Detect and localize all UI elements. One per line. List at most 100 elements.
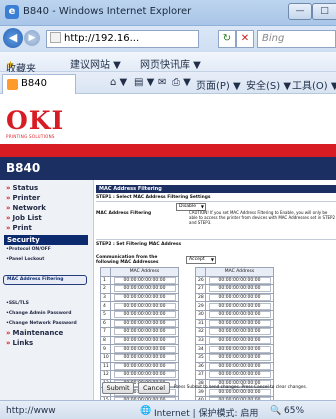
table-row: 35 00:00:00:00:00:00: [195, 352, 274, 363]
mac-address-input[interactable]: 00:00:00:00:00:00: [113, 319, 176, 327]
mac-address-input[interactable]: 00:00:00:00:00:00: [113, 354, 176, 362]
back-button[interactable]: ◀: [3, 28, 23, 48]
model-name: B840: [6, 161, 41, 175]
submit-button[interactable]: Submit: [102, 382, 134, 394]
nav-job-list[interactable]: » Job List: [6, 214, 42, 222]
row-number: 2: [100, 284, 111, 294]
page-menu[interactable]: 页面(P) ▼: [196, 77, 241, 92]
table-row: 4 00:00:00:00:00:00: [100, 301, 179, 311]
mac-address-input[interactable]: 00:00:00:00:00:00: [208, 294, 271, 302]
row-number: 33: [195, 335, 206, 346]
zoom-icon: 🔍: [270, 406, 282, 416]
status-bar: http://www 🌐 Internet | 保护模式: 启用 🔍 65%: [0, 400, 336, 419]
mac-address-input[interactable]: 00:00:00:00:00:00: [208, 311, 271, 319]
cancel-button[interactable]: Cancel: [138, 382, 170, 394]
window-title: B840 - Windows Internet Explorer: [23, 6, 192, 17]
row-number: 1: [100, 275, 111, 286]
mac-address-input[interactable]: 00:00:00:00:00:00: [208, 319, 271, 327]
row-number: 36: [195, 361, 206, 372]
mac-address-input[interactable]: 00:00:00:00:00:00: [113, 345, 176, 353]
home-icon[interactable]: ⌂ ▼: [110, 77, 127, 88]
mac-address-input[interactable]: 00:00:00:00:00:00: [113, 328, 176, 336]
table-row: 28 00:00:00:00:00:00: [195, 292, 274, 303]
nav-status[interactable]: » Status: [6, 184, 38, 192]
minimize-button[interactable]: —: [288, 3, 312, 20]
model-bar: B840: [0, 157, 336, 180]
mac-address-input[interactable]: 00:00:00:00:00:00: [208, 345, 271, 353]
step2-heading: STEP2 : Set Filtering MAC Address: [96, 242, 182, 247]
nav-security[interactable]: Security: [4, 235, 88, 245]
mail-icon[interactable]: ✉: [158, 77, 166, 88]
mac-address-input[interactable]: 00:00:00:00:00:00: [113, 276, 176, 284]
forward-button[interactable]: ▶: [24, 30, 40, 46]
mac-address-input[interactable]: 00:00:00:00:00:00: [208, 354, 271, 362]
print-icon[interactable]: ⎙ ▼: [172, 77, 191, 88]
row-number: 10: [100, 352, 111, 363]
nav-panel-lockout[interactable]: •Panel Lockout: [6, 257, 44, 262]
mac-address-input[interactable]: 00:00:00:00:00:00: [208, 285, 271, 293]
status-url: http://www: [6, 406, 56, 416]
row-number: 4: [100, 301, 111, 311]
table-row: 29 00:00:00:00:00:00: [195, 301, 274, 311]
suggested-sites-link[interactable]: 建议网站 ▼: [70, 56, 121, 71]
table-row: 31 00:00:00:00:00:00: [195, 318, 274, 329]
maximize-button[interactable]: □: [312, 3, 336, 20]
tools-menu[interactable]: 工具(O) ▼: [292, 77, 336, 92]
divider: [96, 239, 336, 240]
mac-address-input[interactable]: 00:00:00:00:00:00: [113, 337, 176, 345]
table-row: 26 00:00:00:00:00:00: [195, 275, 274, 286]
mac-address-input[interactable]: 00:00:00:00:00:00: [113, 302, 176, 310]
web-slice-gallery-link[interactable]: 网页快讯库 ▼: [140, 56, 201, 71]
column-header: MAC Address: [205, 267, 274, 277]
row-number: 28: [195, 292, 206, 303]
nav-links[interactable]: » Links: [6, 339, 33, 347]
stop-icon[interactable]: ✕: [236, 30, 254, 48]
table-row: 32 00:00:00:00:00:00: [195, 327, 274, 337]
mac-address-input[interactable]: 00:00:00:00:00:00: [113, 311, 176, 319]
table-row: 9 00:00:00:00:00:00: [100, 344, 179, 354]
table-row: 8 00:00:00:00:00:00: [100, 335, 179, 346]
refresh-icon[interactable]: ↻: [218, 30, 236, 48]
ie-icon: e: [5, 5, 19, 19]
nav-mac-address-filtering[interactable]: MAC Address Filtering: [3, 275, 87, 285]
row-number: 6: [100, 318, 111, 329]
feeds-icon[interactable]: ▤ ▼: [134, 77, 154, 88]
mac-address-input[interactable]: 00:00:00:00:00:00: [208, 302, 271, 310]
table-row: 1 00:00:00:00:00:00: [100, 275, 179, 286]
tab-b840[interactable]: B840: [2, 74, 76, 94]
mac-address-input[interactable]: 00:00:00:00:00:00: [113, 362, 176, 370]
mac-address-input[interactable]: 00:00:00:00:00:00: [113, 294, 176, 302]
row-number: 30: [195, 309, 206, 320]
browser-window: e B840 - Windows Internet Explorer — □ ◀…: [0, 0, 336, 419]
chevron-down-icon: ▼: [210, 257, 214, 262]
nav-print[interactable]: » Print: [6, 224, 32, 232]
nav-printer[interactable]: » Printer: [6, 194, 40, 202]
security-zone[interactable]: Internet | 保护模式: 启用: [154, 406, 258, 419]
favorites-bar: ★ 收藏夹 建议网站 ▼ 网页快讯库 ▼: [0, 52, 336, 75]
nav-maintenance[interactable]: » Maintenance: [6, 329, 63, 337]
nav-protocol-on-off[interactable]: •Protocol ON/OFF: [6, 247, 51, 252]
mac-address-input[interactable]: 00:00:00:00:00:00: [208, 328, 271, 336]
mac-address-input[interactable]: 00:00:00:00:00:00: [208, 337, 271, 345]
row-number: 7: [100, 327, 111, 337]
nav-ssl-tls[interactable]: •SSL/TLS: [6, 301, 29, 306]
tab-command-bar: B840 ⌂ ▼ ▤ ▼ ✉ ⎙ ▼ 页面(P) ▼ 安全(S) ▼ 工具(O)…: [0, 72, 336, 94]
table-row: 6 00:00:00:00:00:00: [100, 318, 179, 329]
nav-network[interactable]: » Network: [6, 204, 46, 212]
mac-address-input[interactable]: 00:00:00:00:00:00: [113, 285, 176, 293]
row-number: 11: [100, 361, 111, 372]
communication-select[interactable]: Accept ▼: [186, 256, 216, 264]
mac-address-input[interactable]: 00:00:00:00:00:00: [208, 276, 271, 284]
nav-change-admin-password[interactable]: •Change Admin Password: [6, 311, 71, 316]
row-number: 27: [195, 284, 206, 294]
zoom-level[interactable]: 65%: [284, 406, 304, 416]
row-number: 26: [195, 275, 206, 286]
safety-menu[interactable]: 安全(S) ▼: [246, 77, 291, 92]
nav-change-network-password[interactable]: •Change Network Password: [6, 321, 77, 326]
section-title: MAC Address Filtering: [96, 185, 336, 193]
table-row: 5 00:00:00:00:00:00: [100, 309, 179, 320]
column-header: MAC Address: [110, 267, 179, 277]
mac-address-input[interactable]: 00:00:00:00:00:00: [208, 362, 271, 370]
search-input[interactable]: Bing: [257, 30, 336, 48]
address-input[interactable]: http://192.16...: [46, 30, 199, 48]
